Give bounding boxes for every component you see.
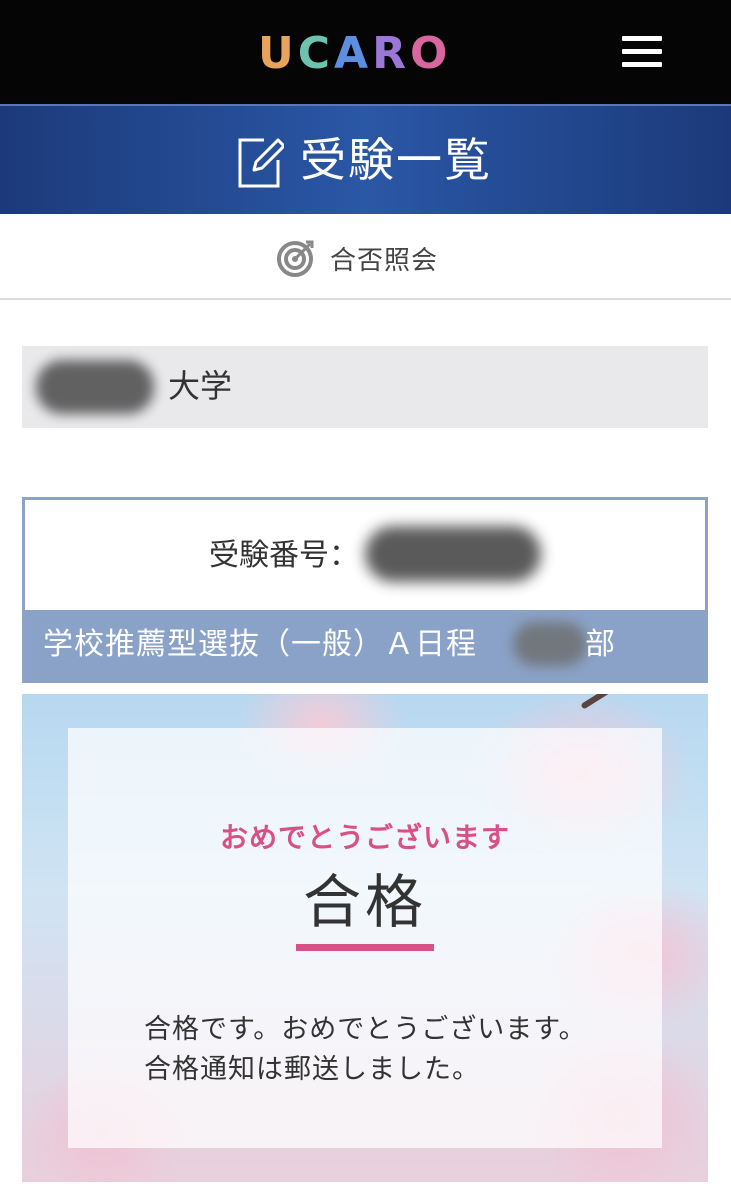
university-suffix: 大学	[168, 367, 233, 405]
exam-number-row: 受験番号：	[25, 500, 705, 610]
exam-type-band: 学校推薦型選抜（一般）Ａ日程 部	[25, 610, 705, 683]
tab-label: 合否照会	[330, 245, 439, 276]
logo-letter-c: C	[297, 28, 333, 79]
logo-letter-a: A	[334, 28, 371, 79]
ucaro-logo[interactable]: U C A R O	[258, 28, 450, 79]
cherry-branch-decoration	[580, 694, 708, 710]
exam-type-text: 学校推薦型選抜（一般）Ａ日程	[43, 627, 477, 662]
redacted-department	[513, 622, 587, 666]
result-verdict: 合格	[302, 868, 427, 936]
logo-letter-o: O	[409, 28, 450, 79]
target-icon	[277, 240, 314, 277]
redacted-university-name	[36, 360, 154, 414]
app-header: U C A R O	[0, 0, 731, 104]
logo-letter-r: R	[372, 28, 408, 79]
page-title-bar: 受験一覧	[0, 104, 731, 214]
result-panel: おめでとうございます 合格 合格です。おめでとうございます。合格通知は郵送しまし…	[68, 728, 662, 1148]
department-suffix: 部	[585, 627, 615, 662]
tab-result-inquiry[interactable]: 合否照会	[276, 238, 438, 278]
result-message: 合格です。おめでとうございます。合格通知は郵送しました。	[144, 1014, 587, 1085]
congrats-text: おめでとうございます	[219, 821, 510, 854]
hamburger-menu-icon[interactable]	[620, 34, 664, 70]
exam-card: 受験番号： 学校推薦型選抜（一般）Ａ日程 部	[22, 497, 708, 683]
page-title: 受験一覧	[300, 133, 492, 187]
redacted-exam-number	[365, 526, 541, 582]
edit-note-icon	[238, 138, 284, 188]
university-name-box: 大学	[22, 346, 708, 428]
exam-number-label: 受験番号：	[209, 538, 359, 573]
verdict-underline	[296, 944, 434, 951]
sub-navigation: 合否照会	[0, 214, 731, 300]
result-section: おめでとうございます 合格 合格です。おめでとうございます。合格通知は郵送しまし…	[22, 694, 708, 1182]
logo-letter-u: U	[258, 28, 296, 79]
